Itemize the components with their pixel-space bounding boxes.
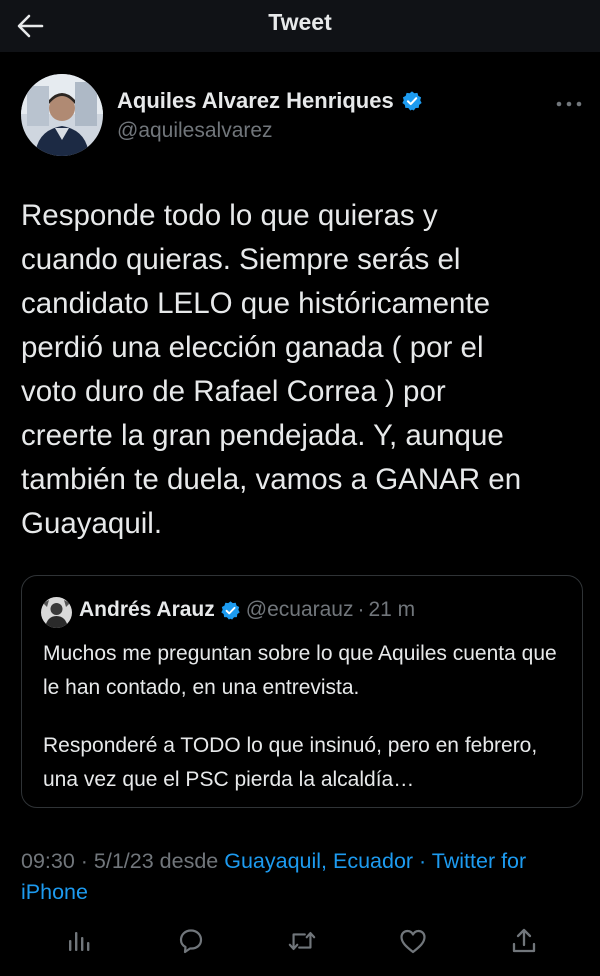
quoted-author-avatar [41, 597, 72, 628]
reply-button[interactable] [176, 926, 206, 956]
retweet-icon [288, 931, 316, 951]
author-avatar[interactable] [21, 74, 103, 156]
tweet-time: 09:30 [21, 849, 75, 873]
tweet-location-link[interactable]: Guayaquil, Ecuador [224, 849, 413, 873]
quoted-paragraph: Muchos me preguntan sobre lo que Aquiles… [43, 642, 557, 699]
page-title: Tweet [268, 9, 332, 35]
quoted-header: Andrés Arauz @ecuarauz · 21 m [79, 598, 415, 622]
author-handle[interactable]: @aquilesalvarez [117, 119, 273, 143]
meta-from: desde [153, 849, 225, 873]
reply-icon [179, 929, 203, 954]
tweet-text: Responde todo lo que quieras y cuando qu… [21, 199, 522, 540]
more-options-button[interactable] [556, 96, 582, 107]
share-button[interactable] [509, 926, 539, 956]
analytics-icon [69, 932, 90, 951]
action-bar [0, 918, 600, 968]
more-horizontal-icon [556, 101, 582, 107]
meta-separator: · [413, 849, 432, 873]
quoted-paragraph: Responderé a TODO lo que insinuó, pero e… [43, 734, 538, 791]
quoted-separator: · [357, 598, 365, 621]
share-icon [512, 928, 536, 953]
like-icon [400, 929, 426, 954]
meta-separator: · [74, 849, 94, 873]
verified-badge-icon [402, 91, 422, 111]
tweet-date: 5/1/23 [93, 849, 154, 873]
verified-badge-icon [221, 600, 240, 620]
analytics-button[interactable] [64, 926, 94, 956]
quoted-timestamp: 21 m [368, 598, 416, 621]
author-name[interactable]: Aquiles Alvarez Henriques [117, 88, 423, 114]
tweet-metadata: 09:30 · 5/1/23 desde Guayaquil, Ecuador … [21, 846, 581, 908]
like-button[interactable] [398, 926, 428, 956]
quoted-author-handle: @ecuarauz [245, 598, 354, 621]
retweet-button[interactable] [287, 926, 317, 956]
quoted-author-name: Andrés Arauz [79, 598, 215, 621]
top-bar: Tweet [0, 0, 600, 52]
quoted-text: Muchos me preguntan sobre lo que Aquiles… [43, 637, 571, 821]
author-name-text: Aquiles Alvarez Henriques [117, 88, 394, 113]
quoted-tweet[interactable]: Andrés Arauz @ecuarauz · 21 m Muchos me … [21, 575, 583, 808]
